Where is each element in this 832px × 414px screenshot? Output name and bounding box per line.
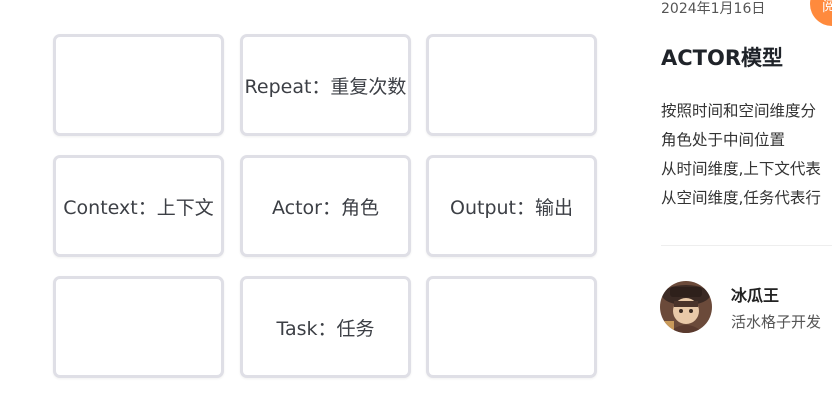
- summary-line: 按照时间和空间维度分: [661, 102, 817, 120]
- grid-cell-bottom-left: [53, 276, 224, 378]
- grid-cell-bottom-right: [426, 276, 597, 378]
- grid-cell-top-left: [53, 34, 224, 136]
- grid-cell-output: Output：输出: [426, 155, 597, 257]
- grid-cell-task: Task：任务: [240, 276, 411, 378]
- author-avatar[interactable]: [660, 281, 712, 333]
- read-badge[interactable]: 阅: [810, 0, 832, 26]
- author-name[interactable]: 冰瓜王: [731, 282, 779, 306]
- grid-cell-actor: Actor：角色: [240, 155, 411, 257]
- article-title[interactable]: ACTOR模型: [661, 42, 783, 72]
- article-summary: 按照时间和空间维度分 角色处于中间位置 从时间维度,上下文代表 从空间维度,任务…: [661, 100, 821, 216]
- article-date: 2024年1月16日: [661, 1, 766, 17]
- divider: [661, 245, 832, 246]
- read-badge-label: 阅: [822, 0, 832, 15]
- grid-cell-context: Context：上下文: [53, 155, 224, 257]
- avatar-image: [660, 281, 712, 333]
- grid-cell-top-right: [426, 34, 597, 136]
- summary-line: 从时间维度,上下文代表: [661, 160, 821, 178]
- grid-cell-repeat: Repeat：重复次数: [240, 34, 411, 136]
- summary-line: 从空间维度,任务代表行: [661, 189, 821, 207]
- summary-line: 角色处于中间位置: [661, 131, 786, 149]
- author-bio: 活水格子开发: [731, 313, 822, 331]
